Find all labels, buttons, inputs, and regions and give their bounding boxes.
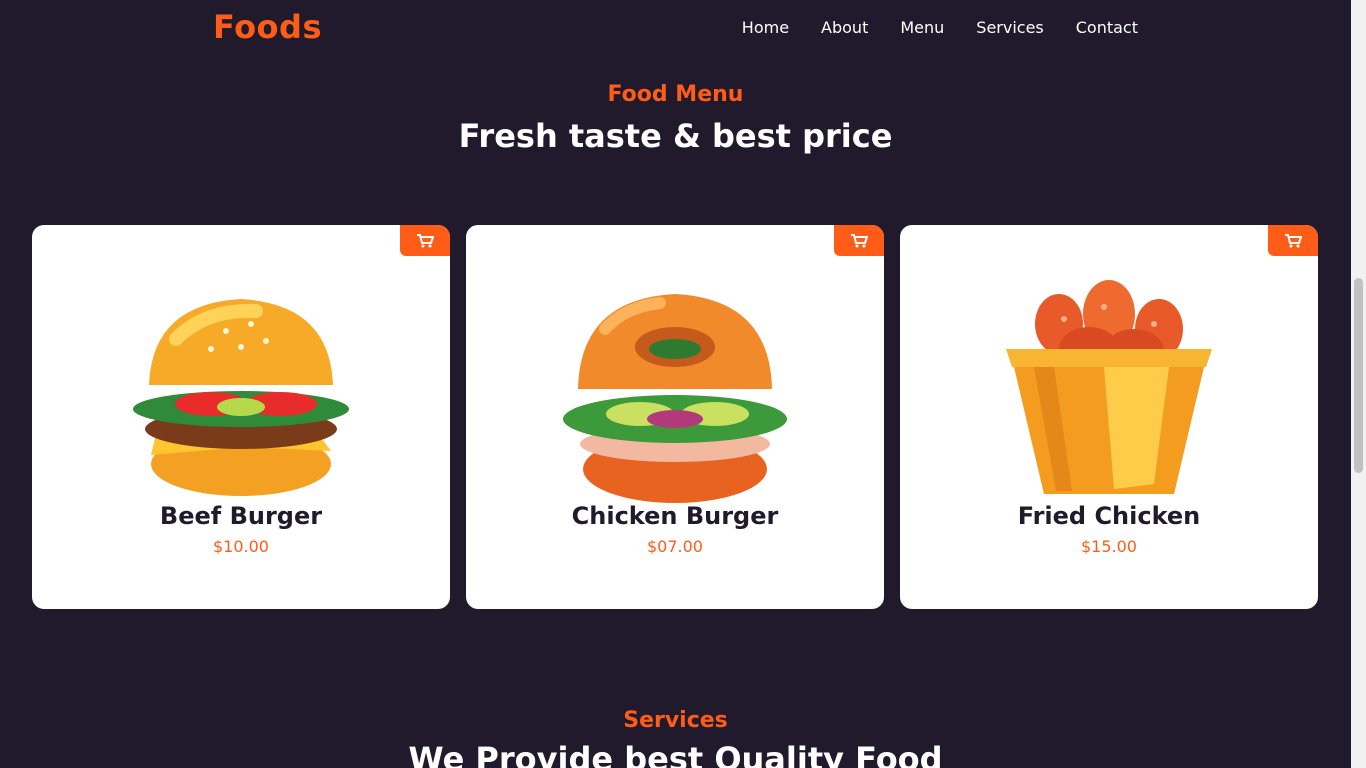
site-logo[interactable]: Foods [213,8,322,46]
main-nav: Home About Menu Services Contact [742,18,1138,37]
food-name: Fried Chicken [1017,502,1201,530]
food-price: $07.00 [647,537,703,556]
add-to-cart-button[interactable] [1268,225,1318,256]
add-to-cart-icon [851,233,868,247]
food-menu-cards: Beef Burger $10.00 Chicken Burger $07.00… [32,225,1318,609]
services-section-subtitle: Services [623,708,728,733]
add-to-cart-button[interactable] [400,225,450,256]
food-price: $10.00 [213,537,269,556]
menu-section-title: Fresh taste & best price [458,117,893,155]
scrollbar-thumb[interactable] [1354,278,1363,473]
nav-about[interactable]: About [821,18,868,37]
fried-chicken-icon [1006,280,1212,494]
services-section-title: We Provide best Quality Food [408,740,943,768]
page: Foods Home About Menu Services Contact F… [0,0,1351,768]
nav-menu[interactable]: Menu [900,18,944,37]
add-to-cart-icon [1285,233,1302,247]
food-card-beef-burger: Beef Burger $10.00 [32,225,450,609]
food-card-fried-chicken: Fried Chicken $15.00 [900,225,1318,609]
add-to-cart-icon [417,233,434,247]
menu-section-subtitle: Food Menu [607,82,744,107]
food-name: Chicken Burger [571,502,779,530]
food-card-chicken-burger: Chicken Burger $07.00 [466,225,884,609]
page-scrollbar[interactable] [1351,0,1366,768]
nav-home[interactable]: Home [742,18,789,37]
nav-services[interactable]: Services [976,18,1043,37]
add-to-cart-button[interactable] [834,225,884,256]
nav-contact[interactable]: Contact [1076,18,1138,37]
chicken-burger-icon [563,294,787,503]
food-name: Beef Burger [159,502,323,530]
beef-burger-icon [133,299,349,496]
food-price: $15.00 [1081,537,1137,556]
